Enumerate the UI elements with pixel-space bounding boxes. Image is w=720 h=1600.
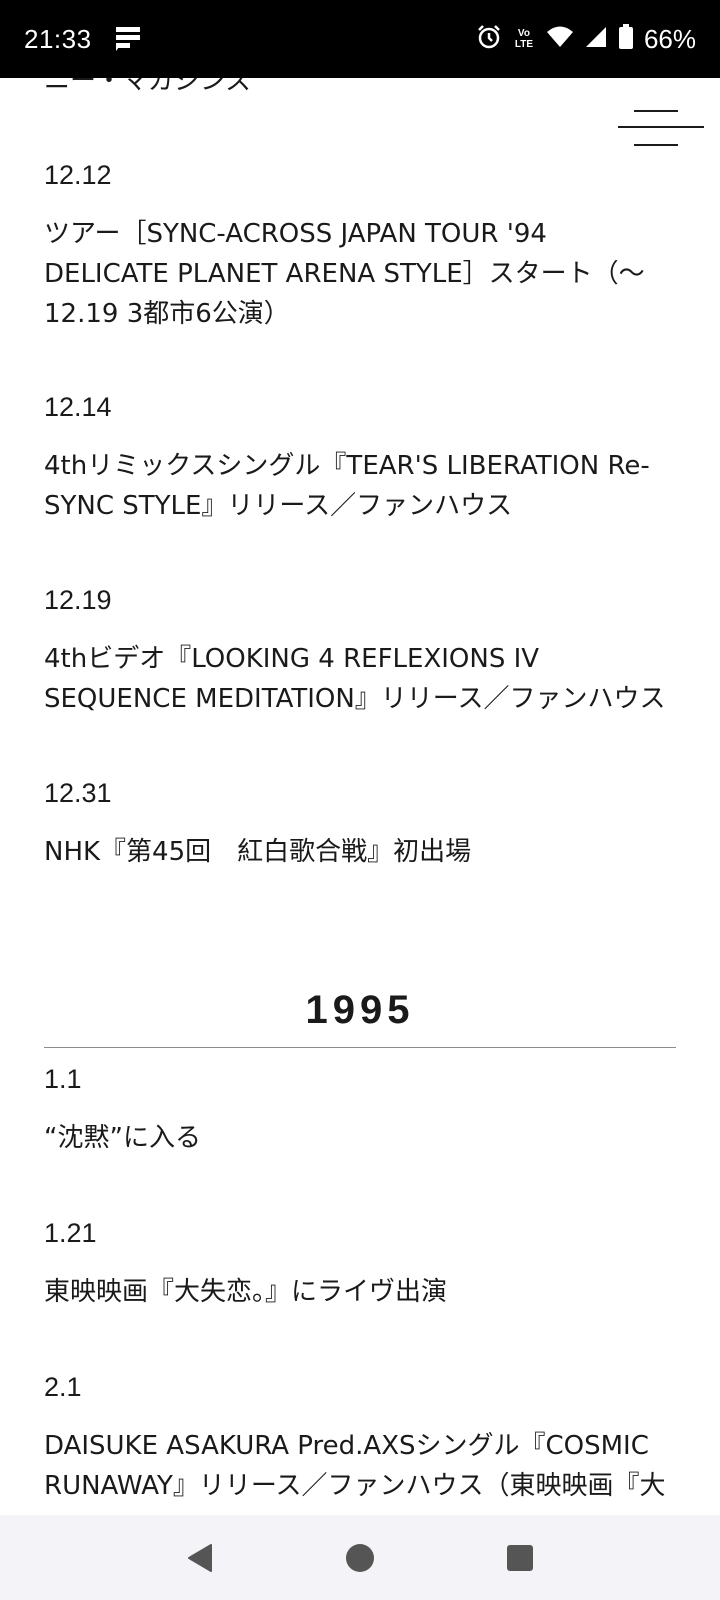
year-heading: 1995	[305, 988, 415, 1032]
entry-date: 12.31	[44, 778, 112, 808]
home-button[interactable]	[335, 1533, 385, 1583]
entry-date: 1.1	[44, 1064, 82, 1094]
entry-text: “沈黙”に入る	[44, 1123, 201, 1153]
battery-icon	[618, 24, 634, 54]
entry-text: NHK『第45回 紅白歌合戦』初出場	[44, 837, 472, 867]
hamburger-menu-button[interactable]	[618, 104, 704, 148]
menu-line	[618, 126, 704, 128]
alarm-icon	[476, 24, 502, 54]
back-icon	[188, 1543, 212, 1572]
entry-date: 2.1	[44, 1372, 82, 1402]
recents-icon	[507, 1544, 533, 1571]
entry-text: DAISUKE ASAKURA Pred.AXSシングル『COSMIC RUNA…	[44, 1431, 666, 1501]
recents-button[interactable]	[495, 1533, 545, 1583]
home-icon	[346, 1543, 374, 1572]
menu-line	[634, 144, 678, 146]
entry-date: 12.19	[44, 585, 112, 615]
entry-date: 12.14	[44, 392, 112, 422]
back-button[interactable]	[175, 1533, 225, 1583]
entry-text: 4thリミックスシングル『TEAR'S LIBERATION Re-SYNC S…	[44, 451, 650, 521]
wifi-icon	[546, 25, 574, 53]
volte-icon: Vo LTE	[514, 28, 534, 50]
hamburger-menu-icon	[634, 110, 678, 112]
signal-icon	[584, 25, 608, 53]
status-bar: 21:33 Vo LTE 66%	[0, 0, 720, 78]
entry-text: 東映映画『大失恋。』にライヴ出演	[44, 1277, 448, 1307]
status-time: 21:33	[24, 23, 92, 54]
battery-percent: 66%	[643, 23, 696, 54]
entry-date: 12.12	[44, 160, 112, 190]
entry-text: ツアー［SYNC-ACROSS JAPAN TOUR '94 DELICATE …	[44, 219, 645, 329]
notification-icon	[114, 25, 142, 53]
page-content: ニー・マガジンズ 12.12 ツアー［SYNC-ACROSS JAPAN TOU…	[0, 0, 720, 1600]
year-divider	[44, 1047, 676, 1048]
system-nav-bar	[0, 1515, 720, 1600]
entry-date: 1.21	[44, 1218, 97, 1248]
entry-text: 4thビデオ『LOOKING 4 REFLEXIONS IV SEQUENCE …	[44, 644, 666, 714]
